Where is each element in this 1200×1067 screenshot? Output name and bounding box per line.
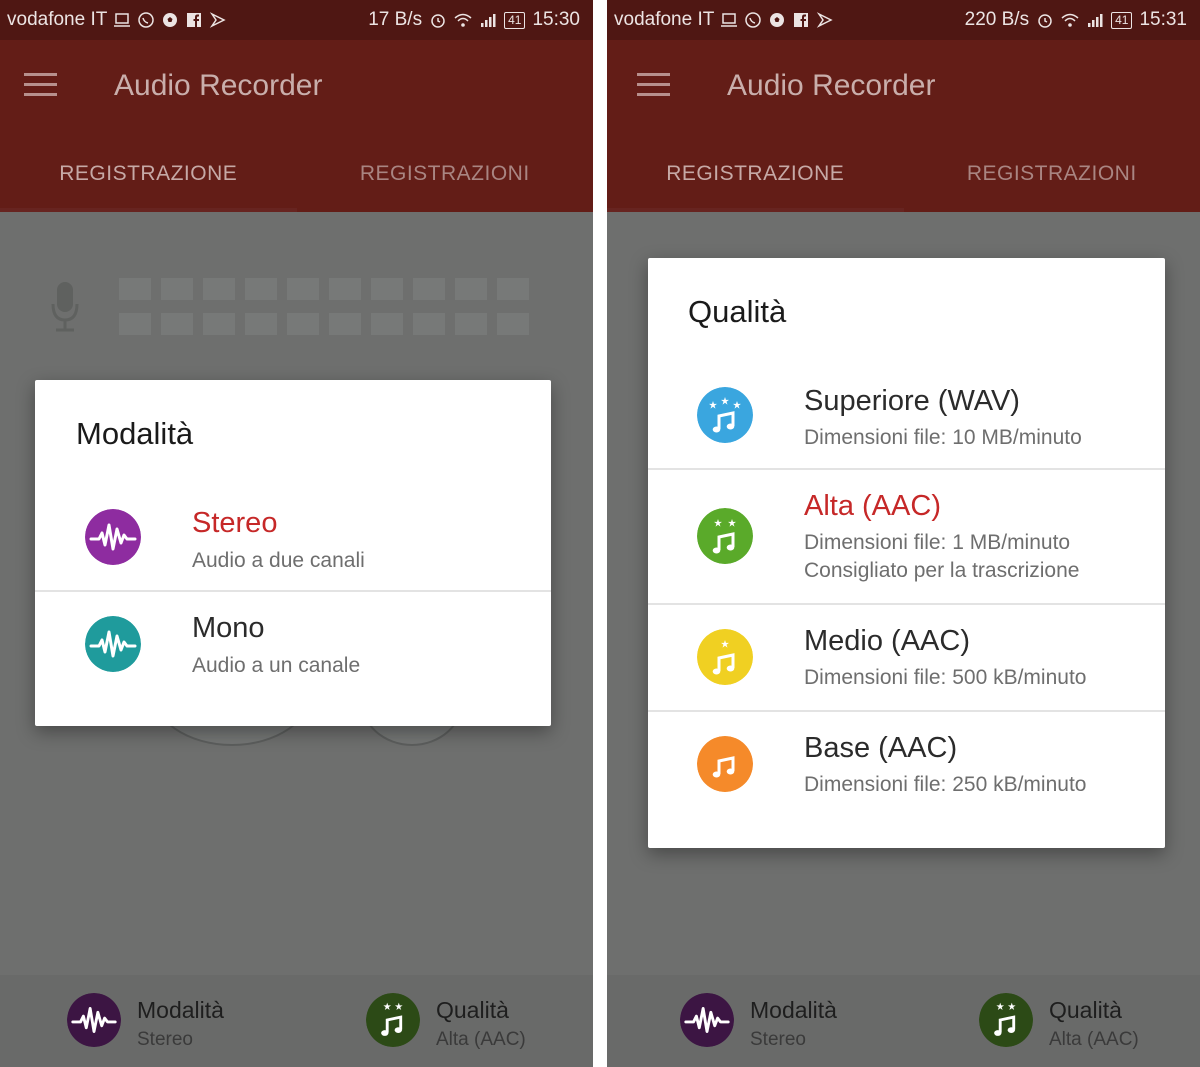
bottom-bar: Modalità Stereo Qualità Alta (AAC) <box>607 975 1200 1067</box>
mode-value: Stereo <box>137 1029 193 1050</box>
quality-selector[interactable]: Qualità Alta (AAC) <box>979 993 1179 1051</box>
stereo-wave-icon <box>680 993 734 1047</box>
option-subtitle: Dimensioni file: 250 kB/minuto <box>804 773 1087 796</box>
network-speed: 17 B/s <box>368 9 423 30</box>
music-two-stars-icon <box>366 993 420 1047</box>
notification-arrow-icon <box>210 12 227 28</box>
music-two-stars-icon <box>979 993 1033 1047</box>
stereo-wave-icon <box>85 509 141 565</box>
option-subtitle: Dimensioni file: 1 MB/minuto <box>804 531 1071 554</box>
mode-value: Stereo <box>750 1029 806 1050</box>
level-meter <box>119 278 529 348</box>
clock: 15:31 <box>1139 9 1187 30</box>
wifi-icon <box>1061 13 1079 27</box>
signal-icon <box>1088 14 1103 27</box>
music-note-icon <box>697 736 753 792</box>
carrier-label: vodafone IT <box>7 9 108 30</box>
option-subtitle: Dimensioni file: 500 kB/minuto <box>804 666 1087 689</box>
option-superiore[interactable]: Superiore (WAV) Dimensioni file: 10 MB/m… <box>648 365 1165 469</box>
quality-dialog: Qualità Superiore (WAV) Dimensioni file:… <box>648 258 1165 848</box>
mode-label: Modalità <box>137 997 224 1023</box>
mode-selector[interactable]: Modalità Stereo <box>67 993 267 1051</box>
battery-icon: 41 <box>1111 11 1133 29</box>
soccer-ball-icon <box>770 13 785 27</box>
mode-dialog: Modalità Stereo Audio a due canali Mono … <box>35 380 551 726</box>
notification-arrow-icon <box>817 12 834 28</box>
tab-registrazioni[interactable]: REGISTRAZIONI <box>904 162 1200 186</box>
tab-registrazione[interactable]: REGISTRAZIONE <box>0 162 297 186</box>
whatsapp-icon <box>138 12 155 28</box>
option-stereo[interactable]: Stereo Audio a due canali <box>35 487 551 591</box>
wifi-icon <box>454 13 472 27</box>
dialog-title: Modalità <box>76 416 194 451</box>
menu-icon[interactable] <box>24 73 57 103</box>
battery-icon: 41 <box>504 11 526 29</box>
clock: 15:30 <box>532 9 580 30</box>
mono-wave-icon <box>85 616 141 672</box>
option-title: Mono <box>192 612 265 644</box>
screen-qualita: vodafone IT 220 B/s 41 15:31 Audio Recor… <box>607 0 1200 1067</box>
app-title: Audio Recorder <box>727 69 936 102</box>
option-subtitle: Dimensioni file: 10 MB/minuto <box>804 426 1082 449</box>
dialog-title: Qualità <box>688 294 787 329</box>
option-title: Superiore (WAV) <box>804 385 1020 417</box>
stereo-wave-icon <box>67 993 121 1047</box>
bottom-bar: Modalità Stereo Qualità Alta (AAC) <box>0 975 593 1067</box>
microphone-icon <box>51 282 79 332</box>
music-one-star-icon <box>697 629 753 685</box>
app-bar: Audio Recorder REGISTRAZIONE REGISTRAZIO… <box>607 40 1200 212</box>
status-bar: vodafone IT 17 B/s 41 15:30 <box>0 0 593 40</box>
option-alta[interactable]: Alta (AAC) Dimensioni file: 1 MB/minuto … <box>648 470 1165 603</box>
option-medio[interactable]: Medio (AAC) Dimensioni file: 500 kB/minu… <box>648 605 1165 710</box>
option-title: Medio (AAC) <box>804 625 970 657</box>
quality-label: Qualità <box>1049 997 1122 1023</box>
quality-value: Alta (AAC) <box>436 1029 526 1050</box>
option-title: Base (AAC) <box>804 732 958 764</box>
quality-label: Qualità <box>436 997 509 1023</box>
network-speed: 220 B/s <box>964 9 1030 30</box>
app-title: Audio Recorder <box>114 69 323 102</box>
signal-icon <box>481 14 496 27</box>
quality-selector[interactable]: Qualità Alta (AAC) <box>366 993 566 1051</box>
option-title: Alta (AAC) <box>804 490 941 522</box>
mode-label: Modalità <box>750 997 837 1023</box>
quality-value: Alta (AAC) <box>1049 1029 1139 1050</box>
option-title: Stereo <box>192 507 278 539</box>
laptop-icon <box>721 13 738 27</box>
facebook-icon <box>794 13 809 27</box>
soccer-ball-icon <box>163 13 178 27</box>
screen-modalita: vodafone IT 17 B/s 41 15:30 Audio Record… <box>0 0 593 1067</box>
facebook-icon <box>187 13 202 27</box>
tab-registrazione[interactable]: REGISTRAZIONE <box>607 162 904 186</box>
alarm-icon <box>1038 14 1052 28</box>
app-bar: Audio Recorder REGISTRAZIONE REGISTRAZIO… <box>0 40 593 212</box>
option-subtitle: Audio a due canali <box>192 549 365 572</box>
carrier-label: vodafone IT <box>614 9 715 30</box>
alarm-icon <box>431 14 445 28</box>
status-bar: vodafone IT 220 B/s 41 15:31 <box>607 0 1200 40</box>
whatsapp-icon <box>745 12 762 28</box>
laptop-icon <box>114 13 131 27</box>
option-subtitle: Audio a un canale <box>192 654 361 677</box>
music-two-stars-icon <box>697 508 753 564</box>
menu-icon[interactable] <box>637 73 670 103</box>
mode-selector[interactable]: Modalità Stereo <box>680 993 880 1051</box>
option-note: Consigliato per la trascrizione <box>804 559 1080 582</box>
music-three-stars-icon <box>697 387 753 443</box>
option-mono[interactable]: Mono Audio a un canale <box>35 592 551 696</box>
tab-registrazioni[interactable]: REGISTRAZIONI <box>297 162 594 186</box>
option-base[interactable]: Base (AAC) Dimensioni file: 250 kB/minut… <box>648 712 1165 822</box>
